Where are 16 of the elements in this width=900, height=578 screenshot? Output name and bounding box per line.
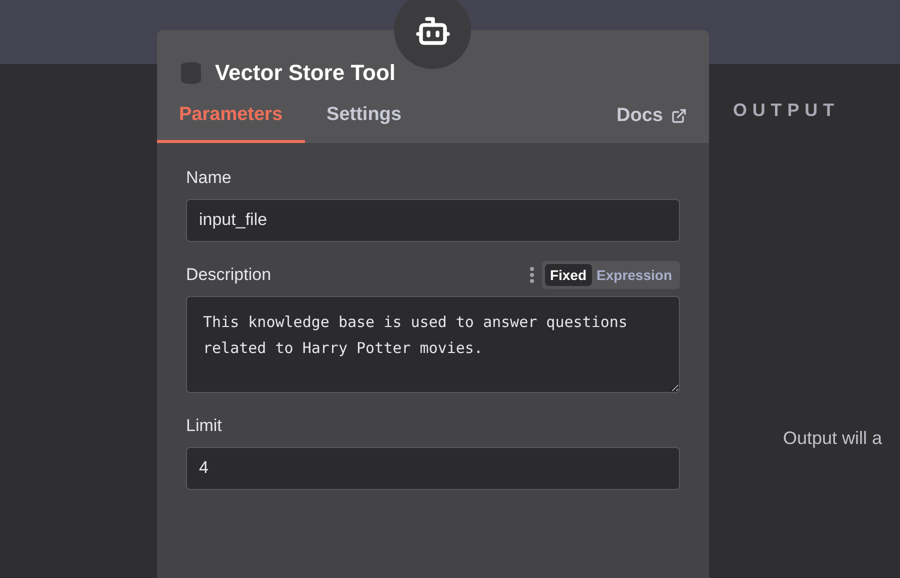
node-title: Vector Store Tool — [215, 59, 396, 87]
description-field[interactable]: This knowledge base is used to answer questions related to Harry Potter movies. — [186, 296, 680, 392]
output-heading: OUTPUT — [733, 99, 840, 122]
more-options-icon[interactable] — [530, 266, 534, 282]
database-icon — [179, 60, 203, 84]
field-label: Description — [186, 264, 272, 286]
external-link-icon — [671, 108, 687, 124]
input-field[interactable]: input_file — [186, 198, 680, 242]
field-label: Name — [186, 166, 232, 189]
tab[interactable]: Settings — [304, 97, 424, 142]
output-message: Output will a — [783, 427, 884, 450]
mode-option[interactable]: Fixed — [544, 264, 592, 286]
mode-option[interactable]: Expression — [592, 264, 677, 286]
field-label: Limit — [186, 414, 222, 437]
docs-link[interactable]: Docs — [616, 102, 709, 142]
input-field[interactable]: 4 — [186, 446, 680, 490]
